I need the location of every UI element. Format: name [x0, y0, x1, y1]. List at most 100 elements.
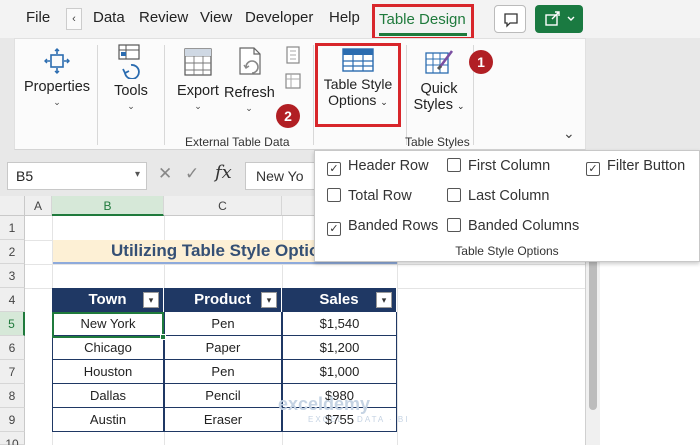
tools-button[interactable]: Tools ⌄ — [107, 43, 155, 112]
option-label: Banded Columns — [468, 218, 580, 234]
row-header[interactable]: 1 — [0, 216, 25, 240]
properties-label: Properties — [23, 79, 91, 95]
comments-button[interactable] — [494, 5, 526, 33]
row-header[interactable]: 10 — [0, 432, 25, 445]
refresh-label: Refresh — [224, 85, 275, 101]
menu-developer[interactable]: Developer — [245, 9, 313, 26]
row-header[interactable]: 3 — [0, 264, 25, 288]
quick-styles-button[interactable]: Quick Styles ⌄ — [413, 47, 465, 113]
properties-button[interactable]: Properties ⌄ — [23, 47, 91, 108]
table-style-options-label-1: Table Style — [323, 76, 393, 92]
table-cell[interactable]: $1,200 — [282, 336, 397, 360]
table-header-sales[interactable]: Sales ▾ — [282, 288, 397, 312]
menu-view[interactable]: View — [200, 9, 232, 26]
checkbox-banded-rows[interactable]: ✓ — [327, 222, 341, 236]
checkbox-total-row[interactable] — [327, 188, 341, 202]
watermark-tag: EXCEL · DATA · BI — [308, 415, 410, 424]
option-last-column[interactable]: Last Column — [447, 188, 549, 204]
table-style-options-panel: ✓ Header Row First Column ✓ Filter Button … — [314, 150, 700, 262]
row-header[interactable]: 4 — [0, 288, 25, 312]
ribbon-separator — [164, 45, 165, 145]
fill-handle[interactable] — [160, 334, 166, 340]
filter-dropdown-button[interactable]: ▾ — [261, 292, 277, 308]
name-box[interactable]: B5 ▾ — [7, 162, 147, 190]
checkbox-banded-columns[interactable] — [447, 218, 461, 232]
table-style-options-button[interactable]: Table Style Options ⌄ — [319, 47, 397, 108]
row-header[interactable]: 2 — [0, 240, 25, 264]
chevron-down-icon: ▾ — [134, 169, 140, 180]
option-label: Header Row — [348, 158, 429, 174]
comment-icon — [504, 13, 518, 28]
properties-icon — [44, 48, 70, 74]
tools-icon — [118, 44, 140, 80]
confirm-icon[interactable]: ✓ — [185, 164, 199, 183]
row-header[interactable]: 9 — [0, 408, 25, 432]
table-cell[interactable]: Eraser — [164, 408, 282, 432]
table-cell[interactable]: Paper — [164, 336, 282, 360]
table-cell[interactable]: $1,540 — [282, 312, 397, 336]
table-header-town[interactable]: Town ▾ — [52, 288, 164, 312]
menu-bar: File ‹ Data Review View Developer Help T… — [0, 0, 700, 40]
table-header-product[interactable]: Product ▾ — [164, 288, 282, 312]
option-label: First Column — [468, 158, 551, 174]
menu-file[interactable]: File — [26, 9, 50, 26]
open-in-browser-icon — [286, 46, 300, 64]
row-header[interactable]: 8 — [0, 384, 25, 408]
menu-review[interactable]: Review — [139, 9, 188, 26]
menu-help[interactable]: Help — [329, 9, 360, 26]
option-banded-rows[interactable]: ✓ Banded Rows — [327, 218, 438, 236]
share-icon — [545, 11, 575, 26]
filter-dropdown-button[interactable]: ▾ — [376, 292, 392, 308]
checkbox-filter-button[interactable]: ✓ — [586, 162, 600, 176]
insert-function-icon[interactable]: fx — [215, 162, 232, 183]
chevron-down-icon: ⌄ — [456, 101, 465, 111]
export-button[interactable]: Export ⌄ — [173, 45, 223, 112]
table-cell[interactable]: Austin — [52, 408, 164, 432]
checkbox-first-column[interactable] — [447, 158, 461, 172]
row-header[interactable]: 7 — [0, 360, 25, 384]
share-button[interactable] — [535, 5, 583, 33]
active-tab-underline — [379, 33, 467, 36]
option-first-column[interactable]: First Column — [447, 158, 550, 174]
option-banded-columns[interactable]: Banded Columns — [447, 218, 579, 234]
formula-input[interactable]: New Yo — [245, 162, 325, 190]
cancel-icon[interactable]: ✕ — [158, 164, 172, 183]
quick-styles-label-2: Styles ⌄ — [413, 97, 465, 113]
column-header-a[interactable]: A — [25, 196, 52, 216]
column-header-b[interactable]: B — [52, 196, 164, 216]
checkbox-last-column[interactable] — [447, 188, 461, 202]
formula-edit-icons: ✕ ✓ — [158, 164, 199, 184]
table-cell[interactable]: Dallas — [52, 384, 164, 408]
table-cell[interactable]: Pencil — [164, 384, 282, 408]
quick-styles-label-1: Quick — [420, 81, 458, 97]
table-cell[interactable]: Pen — [164, 360, 282, 384]
checkbox-header-row[interactable]: ✓ — [327, 162, 341, 176]
collapse-ribbon-button[interactable]: ⌄ — [563, 125, 575, 142]
ribbon: Properties ⌄ Tools ⌄ Export ⌄ Refresh ⌄ … — [14, 38, 586, 150]
tab-table-design[interactable]: Table Design — [372, 4, 474, 40]
option-filter-button[interactable]: ✓ Filter Button — [586, 158, 685, 176]
active-cell-outline — [52, 312, 164, 338]
table-cell[interactable]: $1,000 — [282, 360, 397, 384]
row-header[interactable]: 5 — [0, 312, 25, 336]
group-label-external-table-data: External Table Data — [185, 135, 290, 149]
row-header[interactable]: 6 — [0, 336, 25, 360]
option-label: Filter Button — [607, 158, 686, 174]
watermark-logo: exceldemy EXCEL · DATA · BI — [278, 394, 409, 424]
table-cell[interactable]: Chicago — [52, 336, 164, 360]
option-header-row[interactable]: ✓ Header Row — [327, 158, 429, 176]
watermark-name: exceldemy — [278, 394, 371, 414]
table-style-options-label-2: Options ⌄ — [319, 92, 397, 108]
table-cell[interactable]: Pen — [164, 312, 282, 336]
select-all-corner[interactable] — [0, 196, 25, 216]
ribbon-separator — [406, 45, 407, 145]
menu-data[interactable]: Data — [93, 9, 125, 26]
column-header-c[interactable]: C — [164, 196, 282, 216]
refresh-button[interactable]: Refresh ⌄ — [224, 45, 275, 114]
ribbon-separator — [97, 45, 98, 145]
option-total-row[interactable]: Total Row — [327, 188, 412, 204]
ribbon-scroll-left-button[interactable]: ‹ — [66, 8, 82, 30]
option-label: Last Column — [468, 188, 550, 204]
table-cell[interactable]: Houston — [52, 360, 164, 384]
filter-dropdown-button[interactable]: ▾ — [143, 292, 159, 308]
